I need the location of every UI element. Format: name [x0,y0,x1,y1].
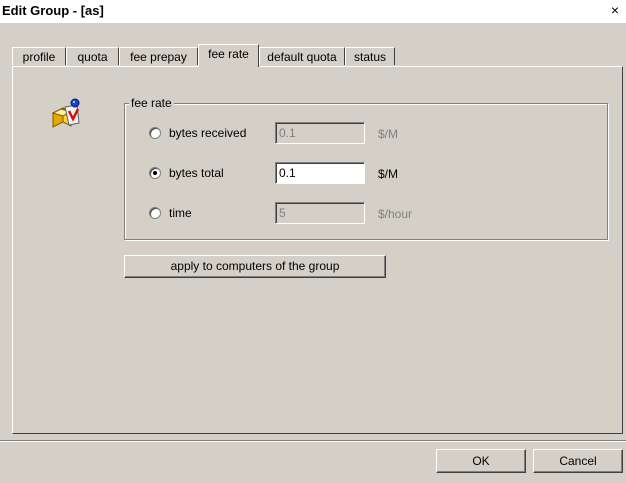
tab-quota[interactable]: quota [66,47,119,65]
radio-bytes-total-label: bytes total [169,166,224,180]
tab-default-quota[interactable]: default quota [259,47,345,65]
close-icon[interactable]: × [606,2,624,18]
bytes-received-rate-field: 0.1 [275,122,365,144]
radio-button[interactable] [149,207,161,219]
window-title: Edit Group - [as] [2,3,104,18]
tab-fee-rate[interactable]: fee rate [198,44,259,67]
fee-rate-panel: fee rate bytes received 0.1 $/M bytes to… [12,66,623,434]
fee-rate-groupbox: fee rate bytes received 0.1 $/M bytes to… [124,96,608,240]
radio-bytes-received-label: bytes received [169,126,247,140]
radio-dot-icon [153,171,157,175]
title-bar[interactable]: Edit Group - [as] × [0,0,626,23]
tab-profile[interactable]: profile [12,47,66,65]
group-fee-icon [51,98,80,128]
cancel-button[interactable]: Cancel [533,449,623,473]
bytes-total-unit: $/M [378,167,399,181]
radio-button[interactable] [149,127,161,139]
ok-button[interactable]: OK [436,449,526,473]
time-rate-field: 5 [275,202,365,224]
tab-status[interactable]: status [345,47,395,65]
tab-strip: profile quota fee prepay fee rate defaul… [12,44,612,67]
radio-time[interactable]: time [149,203,289,223]
radio-bytes-received[interactable]: bytes received [149,123,289,143]
radio-time-label: time [169,206,192,220]
tab-fee-prepay[interactable]: fee prepay [119,47,198,65]
radio-button-selected[interactable] [149,167,161,179]
time-unit: $/hour [378,207,413,221]
footer-divider [0,440,626,442]
apply-to-group-button[interactable]: apply to computers of the group [124,255,386,278]
bytes-total-rate-field[interactable]: 0.1 [275,162,365,184]
radio-bytes-total[interactable]: bytes total [149,163,289,183]
bytes-received-unit: $/M [378,127,399,141]
fee-rate-group-label: fee rate [129,96,174,110]
